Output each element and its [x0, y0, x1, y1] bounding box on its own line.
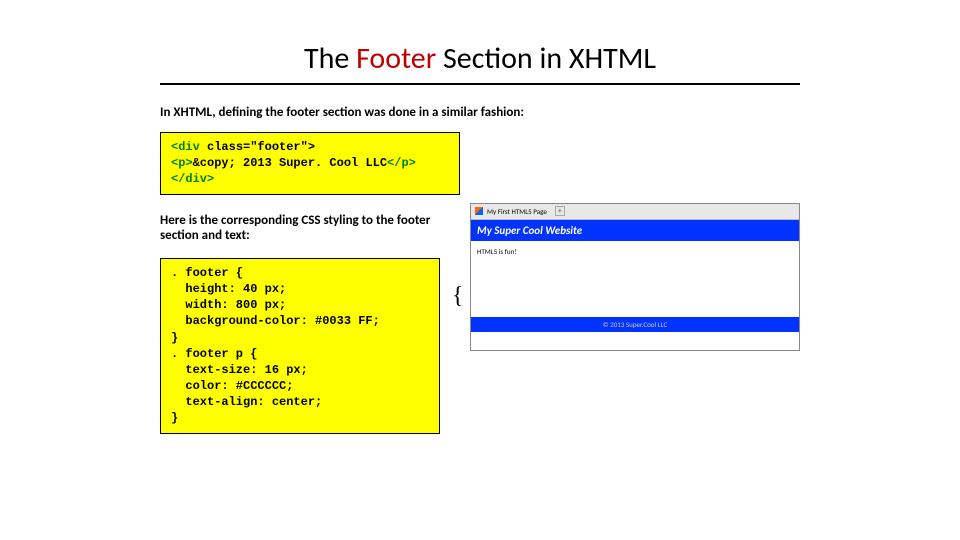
- title-post: Section in XHTML: [443, 40, 656, 77]
- code-text: class="footer">: [200, 140, 315, 154]
- code-tag: <div: [171, 140, 200, 154]
- slide-title: The Footer Section in XHTML: [160, 40, 800, 77]
- page-body-text: HTML5 is fun!: [471, 241, 799, 262]
- browser-preview: My First HTML5 Page + My Super Cool Webs…: [470, 203, 800, 351]
- code-tag: <p>: [171, 156, 193, 170]
- page-banner: My Super Cool Website: [471, 220, 799, 241]
- xhtml-code-box: <div class="footer"> <p>&copy; 2013 Supe…: [160, 132, 460, 195]
- css-intro-text: Here is the corresponding CSS styling to…: [160, 213, 450, 244]
- title-pre: The: [304, 40, 356, 77]
- browser-tab-title: My First HTML5 Page: [487, 207, 547, 216]
- css-code-box: . footer { height: 40 px; width: 800 px;…: [160, 258, 440, 434]
- browser-tabbar: My First HTML5 Page +: [471, 204, 799, 220]
- page-footer: © 2013 Super.Cool LLC: [471, 317, 799, 332]
- favicon-icon: [475, 207, 483, 215]
- intro-text: In XHTML, defining the footer section wa…: [160, 105, 800, 120]
- brace-icon: {: [452, 283, 464, 310]
- code-tag: </p>: [387, 156, 416, 170]
- new-tab-icon: +: [555, 206, 565, 216]
- title-rule: [160, 83, 800, 85]
- title-accent: Footer: [356, 40, 443, 77]
- code-tag: </div>: [171, 172, 214, 186]
- code-text: &copy; 2013 Super. Cool LLC: [193, 156, 387, 170]
- browser-page: My Super Cool Website HTML5 is fun! © 20…: [471, 220, 799, 350]
